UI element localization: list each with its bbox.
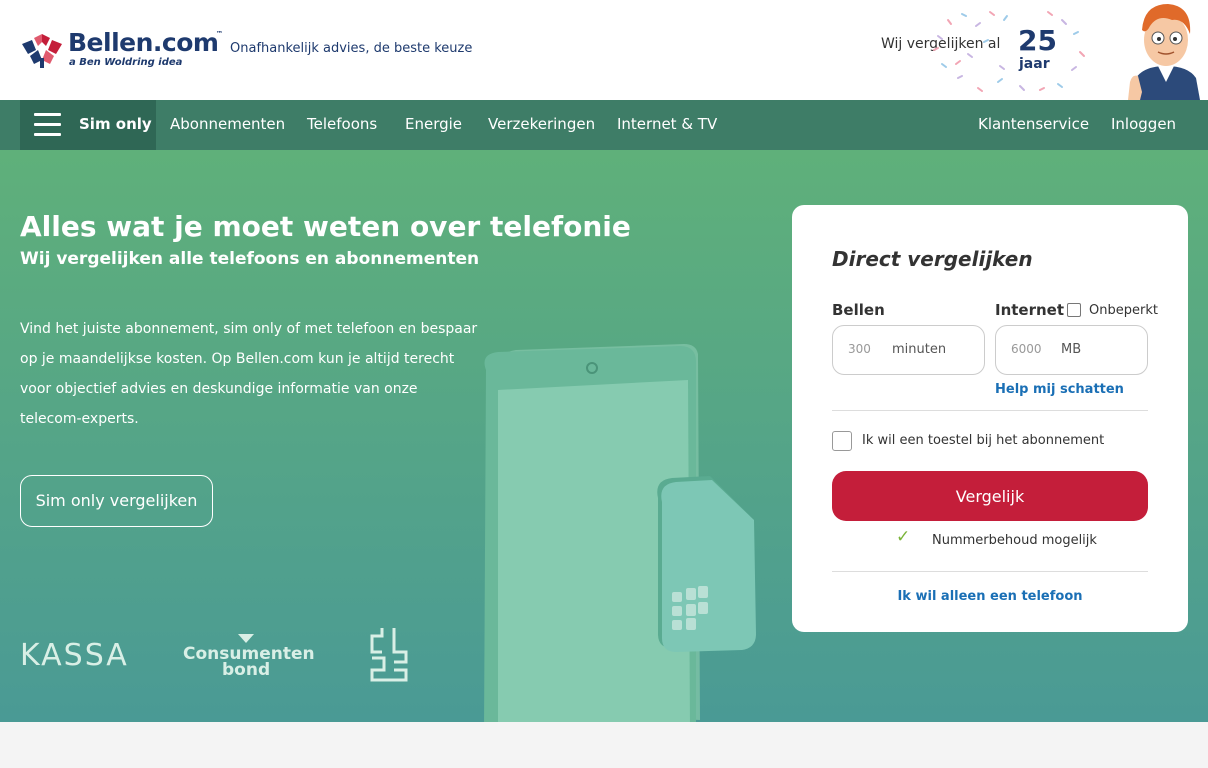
- kassa-logo: KASSA: [20, 638, 129, 673]
- device-checkbox-label[interactable]: Ik wil een toestel bij het abonnement: [862, 433, 1104, 448]
- help-estimate-link[interactable]: Help mij schatten: [995, 382, 1124, 397]
- internet-unit: MB: [1061, 342, 1082, 357]
- cbs-logo-icon: [370, 628, 408, 682]
- nav-item-klantenservice[interactable]: Klantenservice: [978, 115, 1089, 133]
- compare-title: Direct vergelijken: [832, 247, 1033, 271]
- internet-label: Internet: [995, 301, 1065, 319]
- divider: [832, 410, 1148, 411]
- nav-item-energie[interactable]: Energie: [405, 115, 462, 133]
- nav-item-telefoons[interactable]: Telefoons: [307, 115, 377, 133]
- logo-wordmark: Bellen.com: [68, 28, 219, 57]
- calls-label: Bellen: [832, 301, 885, 319]
- compare-card: Direct vergelijken Bellen Internet Onbep…: [792, 205, 1188, 632]
- tagline: Onafhankelijk advies, de beste keuze: [230, 41, 473, 56]
- nav-item-internet-tv[interactable]: Internet & TV: [617, 115, 717, 133]
- internet-mb-input[interactable]: 6000 MB: [995, 325, 1148, 375]
- anniversary-unit: jaar: [1019, 56, 1050, 72]
- checkmark-icon: ✓: [896, 527, 911, 547]
- internet-placeholder: 6000: [1011, 342, 1042, 356]
- consumentenbond-logo-line2: bond: [222, 660, 271, 680]
- bellen-logo-icon: [22, 34, 62, 68]
- nav-item-inloggen[interactable]: Inloggen: [1111, 115, 1176, 133]
- unlimited-label: Onbeperkt: [1089, 303, 1158, 318]
- logo-subline: a Ben Woldring idea: [69, 57, 183, 68]
- device-checkbox[interactable]: [832, 431, 852, 451]
- logo-trademark: ™: [216, 30, 223, 38]
- calls-placeholder: 300: [848, 342, 871, 356]
- consumentenbond-logo-mark: [238, 634, 254, 643]
- calls-minutes-input[interactable]: 300 minuten: [832, 325, 985, 375]
- compare-submit-button[interactable]: Vergelijk: [832, 471, 1148, 521]
- unlimited-checkbox[interactable]: [1067, 303, 1081, 317]
- hamburger-menu-icon[interactable]: [34, 113, 61, 137]
- confetti-decoration: [933, 11, 1085, 92]
- nav-item-abonnementen[interactable]: Abonnementen: [170, 115, 285, 133]
- mascot-illustration: [1128, 4, 1200, 100]
- nav-item-verzekeringen[interactable]: Verzekeringen: [488, 115, 595, 133]
- main-nav: Sim only Abonnementen Telefoons Energie …: [0, 100, 1208, 150]
- hero-body-text: Vind het juiste abonnement, sim only of …: [20, 321, 478, 427]
- phone-sim-illustration: [484, 344, 756, 722]
- site-logo[interactable]: Bellen.com ™ a Ben Woldring idea: [20, 28, 225, 72]
- sim-only-compare-button[interactable]: Sim only vergelijken: [20, 475, 213, 527]
- anniversary-number: 25: [1018, 24, 1057, 57]
- phone-only-link[interactable]: Ik wil alleen een telefoon: [832, 589, 1148, 604]
- hero-subtitle: Wij vergelijken alle telefoons en abonne…: [20, 249, 480, 269]
- calls-unit: minuten: [892, 342, 947, 357]
- number-keep-text: Nummerbehoud mogelijk: [932, 533, 1097, 548]
- divider: [832, 571, 1148, 572]
- hero-title: Alles wat je moet weten over telefonie: [20, 210, 631, 243]
- nav-label-sim-only[interactable]: Sim only: [79, 115, 152, 133]
- site-header: Bellen.com ™ a Ben Woldring idea Onafhan…: [0, 0, 1208, 100]
